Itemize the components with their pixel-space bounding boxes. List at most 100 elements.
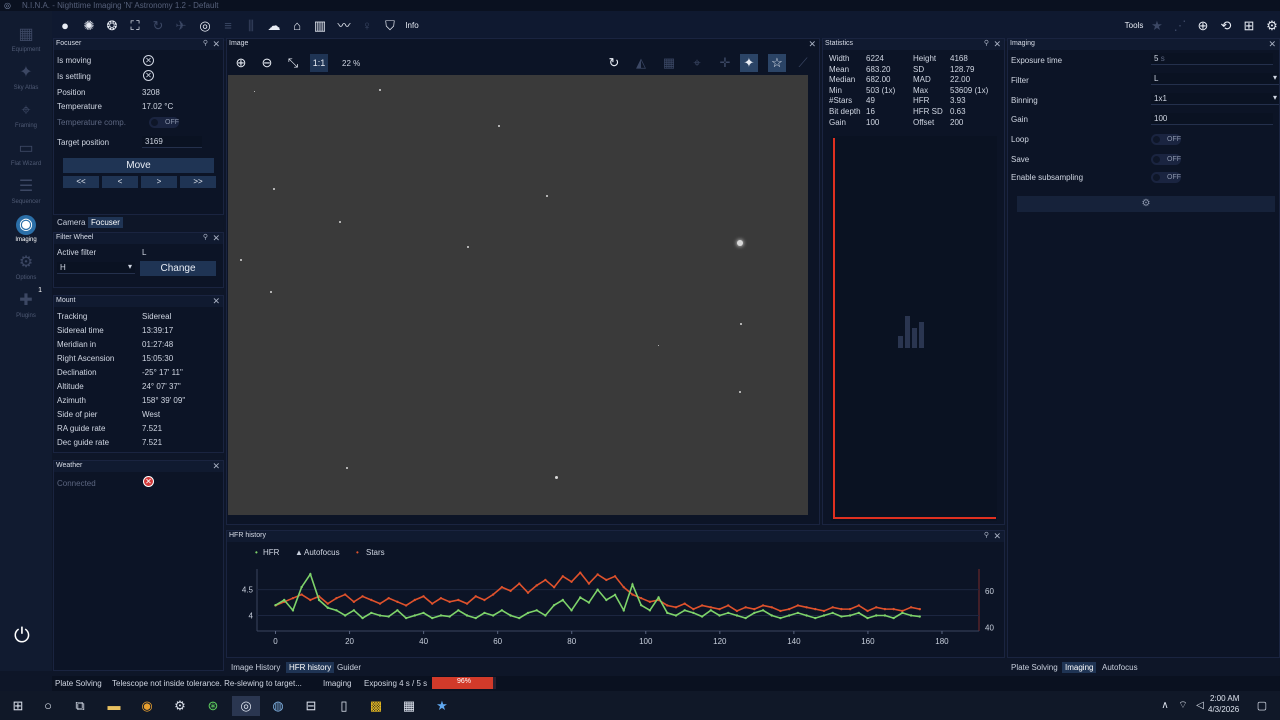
close-icon[interactable]: ✕: [993, 531, 1001, 542]
lightbulb-icon[interactable]: ♀: [358, 17, 376, 35]
telescope-icon[interactable]: ✈: [172, 17, 190, 35]
tab-imaging[interactable]: Imaging: [1062, 662, 1097, 673]
grid-icon[interactable]: ▦: [660, 54, 678, 72]
move-button[interactable]: Move: [63, 158, 214, 173]
filter-dropdown[interactable]: L ▾: [1151, 73, 1279, 85]
target-position-input[interactable]: 3169: [142, 136, 202, 148]
move-far-left-button[interactable]: <<: [63, 176, 99, 188]
windows-start-icon[interactable]: ⊞: [8, 696, 28, 716]
close-icon[interactable]: ✕: [212, 39, 220, 50]
detect-stars-icon[interactable]: ☆: [768, 54, 786, 72]
nav-skyatlas[interactable]: ✦ Sky Atlas: [0, 59, 52, 97]
chevron-up-icon[interactable]: ∧: [1155, 696, 1175, 716]
target-icon[interactable]: ✛: [716, 54, 734, 72]
close-icon[interactable]: ✕: [212, 233, 220, 244]
move-left-button[interactable]: <: [102, 176, 138, 188]
tempcomp-toggle[interactable]: OFF: [149, 117, 179, 128]
close-icon[interactable]: ✕: [993, 39, 1001, 50]
annotate-icon[interactable]: ⟋: [794, 54, 812, 72]
x-tick-label: 80: [567, 637, 576, 646]
nav-plugins[interactable]: ✚ Plugins 1: [0, 287, 52, 325]
change-filter-button[interactable]: Change: [140, 261, 216, 276]
remote-app-icon[interactable]: ⊟: [301, 696, 321, 716]
binning-dropdown[interactable]: 1x1 ▾: [1151, 93, 1279, 105]
dome-icon[interactable]: ⌂: [288, 17, 306, 35]
file-explorer-icon[interactable]: ▬: [104, 696, 124, 716]
task-view-icon[interactable]: ⧉: [70, 696, 90, 716]
close-icon[interactable]: ✕: [808, 39, 816, 50]
subsampling-toggle[interactable]: OFF: [1151, 172, 1181, 183]
calculator-icon[interactable]: ▦: [399, 696, 419, 716]
captured-image[interactable]: [228, 75, 808, 515]
zoom-1-1-button[interactable]: 1:1: [310, 54, 328, 72]
focuser-icon[interactable]: ❂: [103, 17, 121, 35]
safety-icon[interactable]: ⛉: [381, 17, 399, 35]
notifications-icon[interactable]: ▢: [1252, 696, 1272, 716]
nav-flatwizard[interactable]: ▭ Flat Wizard: [0, 135, 52, 173]
filterwheel-icon[interactable]: ✺: [80, 17, 98, 35]
tab-image-history[interactable]: Image History: [228, 662, 283, 673]
close-icon[interactable]: ✕: [212, 461, 220, 472]
layout-icon[interactable]: ⊞: [1240, 17, 1258, 35]
star-app-icon[interactable]: ★: [432, 696, 452, 716]
history-icon[interactable]: ⟲: [1217, 17, 1235, 35]
globe-app-icon[interactable]: ◍: [268, 696, 288, 716]
nina-app-icon[interactable]: ◎: [232, 696, 260, 716]
weather-icon[interactable]: ☁: [265, 17, 283, 35]
exposure-input[interactable]: 5 s: [1151, 53, 1273, 65]
rotate-image-icon[interactable]: ↻: [605, 54, 623, 72]
search-icon[interactable]: ○: [38, 696, 58, 716]
close-icon[interactable]: ✕: [212, 296, 220, 307]
crosshair-overlay-icon[interactable]: ⌖: [688, 54, 706, 72]
tab-guider[interactable]: Guider: [334, 662, 364, 673]
nav-sequencer[interactable]: ☰ Sequencer: [0, 173, 52, 211]
move-far-right-button[interactable]: >>: [180, 176, 216, 188]
star-icon[interactable]: ★: [1148, 17, 1166, 35]
pin-icon[interactable]: ⚲: [203, 233, 208, 241]
pin-icon[interactable]: ⚲: [984, 39, 989, 47]
tab-camera[interactable]: Camera: [54, 217, 88, 228]
polar-icon[interactable]: ⋰: [1171, 17, 1189, 35]
chrome-icon[interactable]: ◉: [137, 696, 157, 716]
rotator-icon[interactable]: ⛶: [126, 17, 144, 35]
save-toggle[interactable]: OFF: [1151, 154, 1181, 165]
move-right-button[interactable]: >: [141, 176, 177, 188]
info-button[interactable]: Info: [402, 17, 422, 35]
auto-stretch-icon[interactable]: ✦: [740, 54, 758, 72]
nav-framing[interactable]: ⌖ Framing: [0, 97, 52, 135]
tab-autofocus[interactable]: Autofocus: [1099, 662, 1141, 673]
gain-input[interactable]: 100: [1151, 113, 1273, 125]
fit-icon[interactable]: ⤡: [284, 54, 302, 72]
settings-icon[interactable]: ⚙: [1263, 17, 1280, 35]
tab-hfr-history[interactable]: HFR history: [286, 662, 335, 673]
flip-icon[interactable]: ◭: [632, 54, 650, 72]
nav-imaging[interactable]: ◉ Imaging: [0, 211, 52, 249]
switch-icon[interactable]: ≡: [219, 17, 237, 35]
nav-options[interactable]: ⚙ Options: [0, 249, 52, 287]
green-app-icon[interactable]: ⊛: [203, 696, 223, 716]
crosshair-icon[interactable]: ⊕: [1194, 17, 1212, 35]
loop-toggle[interactable]: OFF: [1151, 134, 1181, 145]
speaker-icon[interactable]: ◁: [1190, 696, 1210, 716]
stat-value: 53609 (1x): [950, 85, 989, 95]
sliders-icon[interactable]: ⫼: [242, 17, 260, 35]
start-capture-button[interactable]: ⚙: [1017, 196, 1275, 212]
camera-icon[interactable]: ●: [56, 17, 74, 35]
yellow-app-icon[interactable]: ▩: [366, 696, 386, 716]
close-icon[interactable]: ✕: [1268, 39, 1276, 50]
tab-focuser[interactable]: Focuser: [88, 217, 123, 228]
filter-select[interactable]: H ▾: [57, 262, 135, 274]
histogram-icon[interactable]: ▥: [311, 17, 329, 35]
guide-graph-icon[interactable]: 〰: [335, 17, 353, 35]
rotate-icon[interactable]: ↻: [149, 17, 167, 35]
zoom-out-icon[interactable]: ⊖: [258, 54, 276, 72]
power-icon[interactable]: ⏻: [14, 625, 30, 648]
guider-icon[interactable]: ◎: [196, 17, 214, 35]
nav-equipment[interactable]: ▦ Equipment: [0, 21, 52, 59]
pin-icon[interactable]: ⚲: [203, 39, 208, 47]
document-icon[interactable]: ▯: [334, 696, 354, 716]
tab-plate-solving[interactable]: Plate Solving: [1008, 662, 1061, 673]
pin-icon[interactable]: ⚲: [984, 531, 989, 539]
zoom-in-icon[interactable]: ⊕: [232, 54, 250, 72]
settings-app-icon[interactable]: ⚙: [170, 696, 190, 716]
